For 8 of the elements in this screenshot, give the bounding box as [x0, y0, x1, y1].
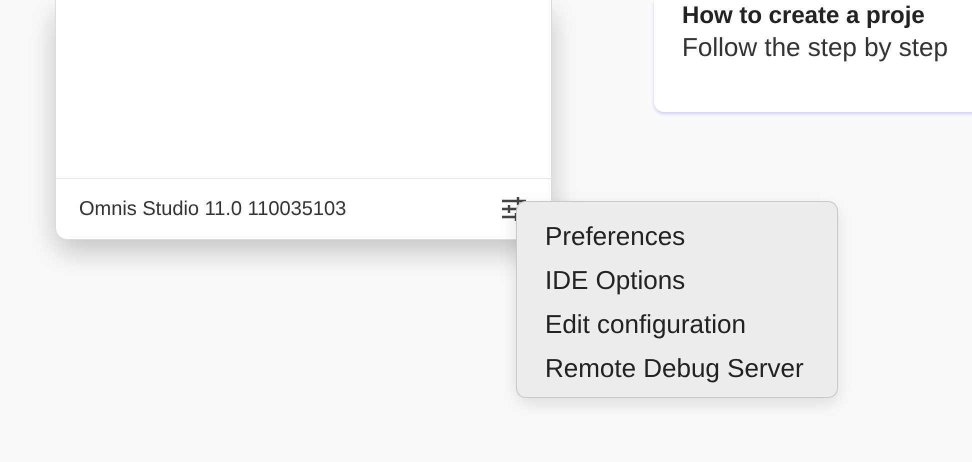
menu-item[interactable]: Preferences — [517, 214, 837, 258]
version-label: Omnis Studio 11.0 110035103 — [79, 198, 346, 220]
card-text: Follow the step by step — [682, 32, 949, 62]
menu-item[interactable]: Edit configuration — [517, 302, 837, 346]
card-title: How to create a proje — [682, 1, 926, 30]
menu-item[interactable]: Remote Debug Server — [517, 346, 837, 390]
tutorial-card[interactable]: How to create a proje Follow the step by step — [654, 0, 972, 112]
menu-item[interactable]: IDE Options — [517, 258, 837, 302]
